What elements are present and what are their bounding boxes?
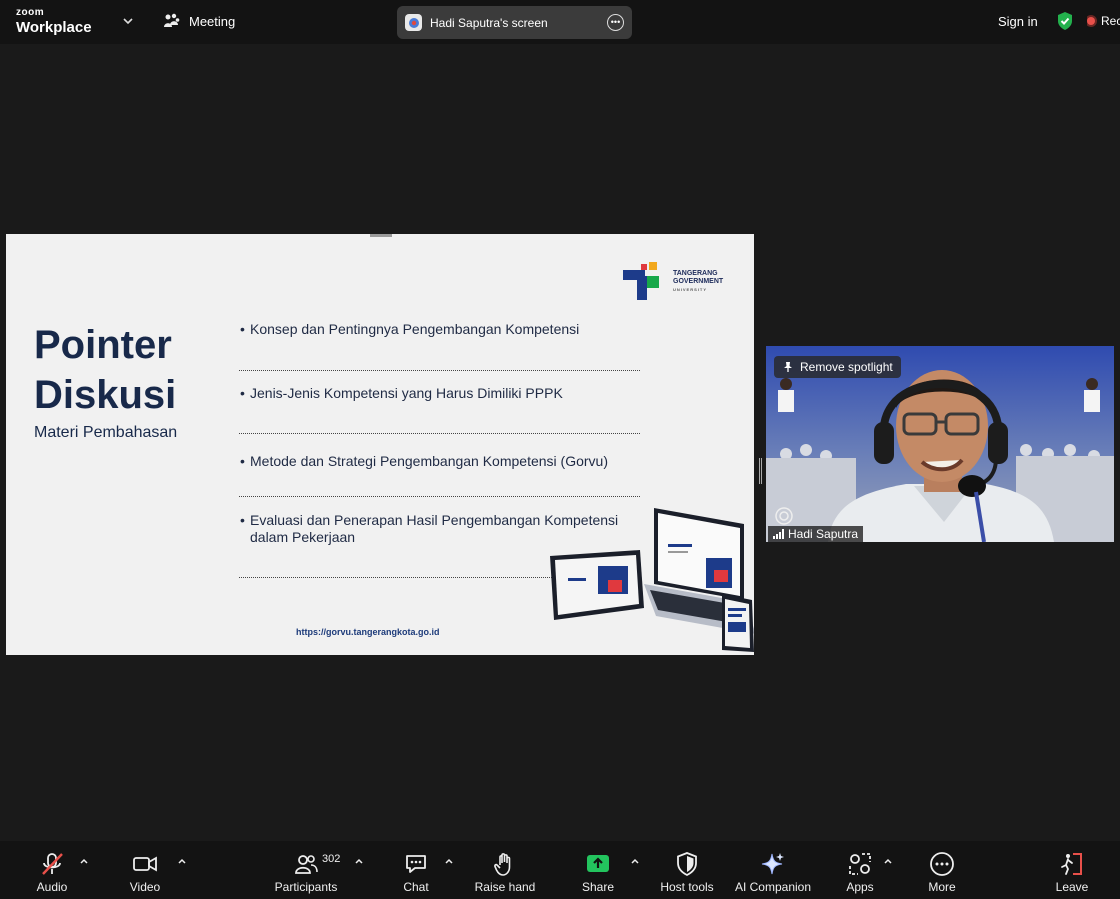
slide-bullet-3: • Metode dan Strategi Pengembangan Kompet… — [240, 453, 608, 469]
slide-title: Pointer Diskusi — [34, 320, 176, 420]
shared-screen-slide: TANGERANG GOVERNMENT UNIVERSITY Pointer … — [6, 234, 754, 655]
slide-bullet-1: • Konsep dan Pentingnya Pengembangan Komp… — [240, 321, 580, 337]
participants-count-badge: 302 — [322, 853, 341, 865]
meeting-label: Meeting — [189, 13, 236, 29]
slide-title-line-2: Diskusi — [34, 373, 177, 417]
raise-hand-label: Raise hand — [474, 880, 536, 894]
top-bar: zoom Workplace Meeting Hadi Saputra's sc… — [0, 0, 1120, 44]
participants-options-caret-icon[interactable] — [354, 856, 364, 866]
recording-indicator[interactable]: Rec — [1087, 14, 1120, 28]
connection-signal-icon — [773, 529, 784, 539]
logo-line-3: UNIVERSITY — [673, 287, 708, 292]
ai-companion-button[interactable]: AI Companion — [732, 841, 814, 899]
share-options-caret-icon[interactable] — [630, 856, 640, 866]
slide-bullet-text: Konsep dan Pentingnya Pengembangan Kompe… — [250, 321, 580, 337]
chat-button[interactable]: Chat — [400, 841, 432, 899]
participant-name: Hadi Saputra — [788, 527, 859, 541]
screen-share-app-icon — [405, 14, 422, 31]
share-handle[interactable] — [370, 234, 392, 237]
tangerang-government-university-logo: TANGERANG GOVERNMENT UNIVERSITY — [623, 262, 723, 302]
slide-divider — [239, 370, 640, 371]
apps-options-caret-icon[interactable] — [883, 856, 893, 866]
shield-icon — [677, 852, 697, 877]
ai-sparkle-icon — [761, 853, 784, 875]
leave-label: Leave — [1055, 880, 1089, 894]
raise-hand-button[interactable]: Raise hand — [474, 841, 536, 899]
spotlight-label: Remove spotlight — [800, 360, 893, 374]
logo-workplace-text: Workplace — [16, 19, 92, 36]
video-label: Video — [129, 880, 161, 894]
slide-subtitle: Materi Pembahasan — [34, 424, 178, 441]
recording-dot-icon — [1087, 17, 1095, 25]
chat-label: Chat — [403, 880, 429, 894]
screen-share-indicator[interactable]: Hadi Saputra's screen ••• — [397, 6, 632, 39]
meeting-icon — [164, 13, 180, 27]
apps-button[interactable]: Apps — [842, 841, 878, 899]
slide-title-line-1: Pointer — [34, 323, 172, 367]
slide-bullet-2: • Jenis-Jenis Kompetensi yang Harus Dimil… — [240, 385, 563, 401]
recording-label: Rec — [1101, 14, 1120, 28]
slide-bullet-text: Jenis-Jenis Kompetensi yang Harus Dimili… — [250, 385, 563, 401]
share-label: Share — [581, 880, 615, 894]
host-tools-label: Host tools — [660, 880, 714, 894]
share-screen-icon — [587, 855, 609, 872]
video-camera-icon — [133, 856, 157, 872]
raise-hand-icon — [494, 853, 511, 876]
meeting-controls-toolbar: Audio Video Participants 302 Chat Raise … — [0, 841, 1120, 899]
slide-bullet-text: Metode dan Strategi Pengembangan Kompete… — [250, 453, 608, 469]
more-label: More — [928, 880, 956, 894]
more-options-icon — [930, 852, 954, 876]
participants-icon — [295, 855, 318, 874]
tgu-emblem-icon — [623, 262, 659, 300]
audio-label: Audio — [36, 880, 68, 894]
apps-label: Apps — [846, 880, 874, 894]
video-options-caret-icon[interactable] — [177, 856, 187, 866]
participant-video-tile[interactable]: Remove spotlight Hadi Saputra — [766, 346, 1114, 542]
zoom-window: zoom Workplace Meeting Hadi Saputra's sc… — [0, 0, 1120, 899]
more-options-icon[interactable]: ••• — [607, 14, 624, 31]
encryption-shield-icon[interactable] — [1056, 11, 1074, 31]
more-button[interactable]: More — [924, 841, 960, 899]
participants-label: Participants — [274, 880, 338, 894]
resize-splitter[interactable] — [759, 458, 762, 484]
pin-icon — [784, 362, 792, 372]
video-button[interactable]: Video — [124, 841, 166, 899]
zoom-workplace-logo: zoom Workplace — [16, 7, 92, 36]
slide-divider — [239, 496, 640, 497]
chat-bubble-icon — [406, 855, 426, 873]
slide-divider — [239, 433, 640, 434]
share-button[interactable]: Share — [580, 841, 616, 899]
participants-button[interactable]: Participants — [272, 841, 340, 899]
logo-line-2: GOVERNMENT — [673, 278, 724, 285]
slide-url: https://gorvu.tangerangkota.go.id — [296, 627, 440, 637]
host-tools-button[interactable]: Host tools — [658, 841, 716, 899]
ai-companion-label: AI Companion — [734, 880, 812, 894]
devices-illustration — [550, 508, 754, 652]
audio-button[interactable]: Audio — [30, 841, 74, 899]
leave-door-icon — [1061, 853, 1082, 875]
remove-spotlight-button[interactable]: Remove spotlight — [774, 356, 901, 378]
participant-name-tag: Hadi Saputra — [768, 526, 864, 542]
leave-button[interactable]: Leave — [1054, 841, 1090, 899]
microphone-muted-icon — [42, 853, 63, 875]
chevron-down-icon[interactable] — [121, 14, 135, 28]
meeting-menu[interactable]: Meeting — [163, 13, 235, 29]
apps-icon — [849, 853, 871, 875]
chat-options-caret-icon[interactable] — [444, 856, 454, 866]
logo-line-1: TANGERANG — [673, 270, 718, 277]
screen-share-label: Hadi Saputra's screen — [430, 15, 548, 30]
sign-in-link[interactable]: Sign in — [998, 14, 1038, 29]
logo-zoom-text: zoom — [16, 7, 45, 18]
audio-options-caret-icon[interactable] — [79, 856, 89, 866]
